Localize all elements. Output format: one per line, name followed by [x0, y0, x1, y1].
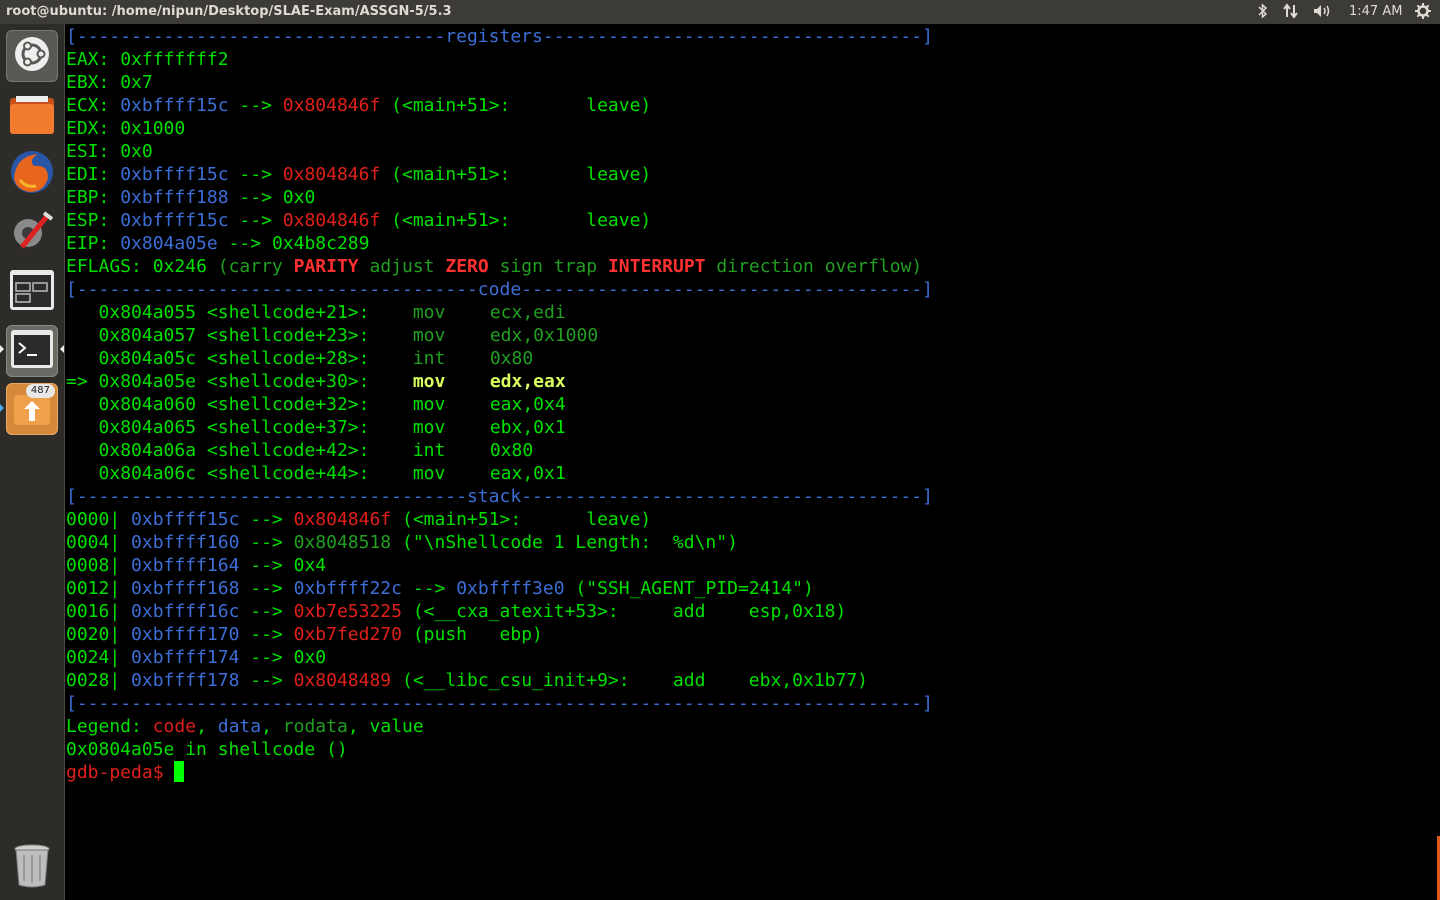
- volume-icon[interactable]: [1312, 3, 1334, 23]
- gear-icon[interactable]: [1415, 3, 1431, 23]
- launcher: 487: [0, 24, 65, 900]
- code-line: 0x804a065 <shellcode+37>: mov ebx,0x1: [98, 417, 566, 438]
- firefox-icon: [8, 148, 56, 200]
- stack-row: 0008| 0xbffff164 --> 0x4: [66, 555, 327, 576]
- register-edx: EDX: 0x1000: [66, 118, 186, 139]
- firefox-button[interactable]: [6, 148, 58, 200]
- terminal-window[interactable]: [----------------------------------regis…: [66, 24, 1440, 900]
- code-line-current: => 0x804a05e <shellcode+30>: mov edx,eax: [66, 371, 566, 392]
- prompt-line[interactable]: gdb-peda$: [66, 761, 185, 784]
- code-line: 0x804a06c <shellcode+44>: mov eax,0x1: [98, 463, 566, 484]
- code-line: 0x804a055 <shellcode+21>: mov ecx,edi: [98, 302, 566, 323]
- register-esp: ESP: 0xbffff15c --> 0x804846f (<main+51>…: [66, 210, 652, 231]
- stack-header: [------------------------------------sta…: [66, 486, 933, 507]
- trash-icon: [12, 841, 52, 893]
- stack-row: 0012| 0xbffff168 --> 0xbffff22c --> 0xbf…: [66, 578, 814, 599]
- registers-header: [----------------------------------regis…: [66, 26, 933, 47]
- register-ecx: ECX: 0xbffff15c --> 0x804846f (<main+51>…: [66, 95, 652, 116]
- register-eax: EAX: 0xfffffff2: [66, 49, 229, 70]
- settings-tools-icon: [8, 207, 56, 259]
- urgent-indicator-icon: [0, 404, 4, 412]
- register-ebx: EBX: 0x7: [66, 72, 153, 93]
- running-indicator-icon: [0, 345, 4, 353]
- files-button[interactable]: [6, 90, 58, 142]
- workspace-switcher-button[interactable]: [6, 266, 58, 318]
- end-rule: [---------------------------------------…: [66, 693, 933, 714]
- stack-row: 0020| 0xbffff170 --> 0xb7fed270 (push eb…: [66, 624, 543, 645]
- stack-row: 0000| 0xbffff15c --> 0x804846f (<main+51…: [66, 509, 652, 530]
- folder-icon: [8, 92, 56, 140]
- register-eflags: EFLAGS: 0x246 (carry PARITY adjust ZERO …: [66, 256, 923, 277]
- update-count-badge: 487: [25, 384, 55, 398]
- trash-button[interactable]: [6, 841, 58, 893]
- code-line: 0x804a057 <shellcode+23>: mov edx,0x1000: [98, 325, 599, 346]
- stack-row: 0024| 0xbffff174 --> 0x0: [66, 647, 327, 668]
- ubuntu-logo-icon: [13, 35, 51, 77]
- system-settings-button[interactable]: [6, 207, 58, 259]
- code-line: 0x804a05c <shellcode+28>: int 0x80: [98, 348, 534, 369]
- stack-row: 0004| 0xbffff160 --> 0x8048518 ("\nShell…: [66, 532, 738, 553]
- stack-row: 0016| 0xbffff16c --> 0xb7e53225 (<__cxa_…: [66, 601, 847, 622]
- gdb-prompt: gdb-peda$: [66, 762, 175, 783]
- bluetooth-icon[interactable]: [1257, 3, 1269, 23]
- network-icon[interactable]: [1282, 3, 1300, 23]
- code-line: 0x804a060 <shellcode+32>: mov eax,0x4: [98, 394, 566, 415]
- register-eip: EIP: 0x804a05e --> 0x4b8c289: [66, 233, 370, 254]
- register-edi: EDI: 0xbffff15c --> 0x804846f (<main+51>…: [66, 164, 652, 185]
- stack-row: 0028| 0xbffff178 --> 0x8048489 (<__libc_…: [66, 670, 868, 691]
- register-ebp: EBP: 0xbffff188 --> 0x0: [66, 187, 316, 208]
- dash-home-button[interactable]: [6, 30, 58, 82]
- focused-indicator-icon: [60, 345, 64, 353]
- terminal-button[interactable]: [6, 325, 58, 377]
- register-esi: ESI: 0x0: [66, 141, 153, 162]
- legend-line: Legend: code, data, rodata, value: [66, 716, 424, 737]
- workspace-icon: [9, 269, 55, 315]
- code-line: 0x804a06a <shellcode+42>: int 0x80: [98, 440, 534, 461]
- cursor-icon: [174, 761, 185, 782]
- window-title: root@ubuntu: /home/nipun/Desktop/SLAE-Ex…: [6, 4, 452, 19]
- terminal-icon: [10, 329, 54, 373]
- clock[interactable]: 1:47 AM: [1349, 4, 1402, 19]
- software-updater-button[interactable]: 487: [6, 383, 58, 435]
- code-header: [-------------------------------------co…: [66, 279, 933, 300]
- top-panel: root@ubuntu: /home/nipun/Desktop/SLAE-Ex…: [0, 0, 1440, 24]
- location-line: 0x0804a05e in shellcode (): [66, 739, 348, 760]
